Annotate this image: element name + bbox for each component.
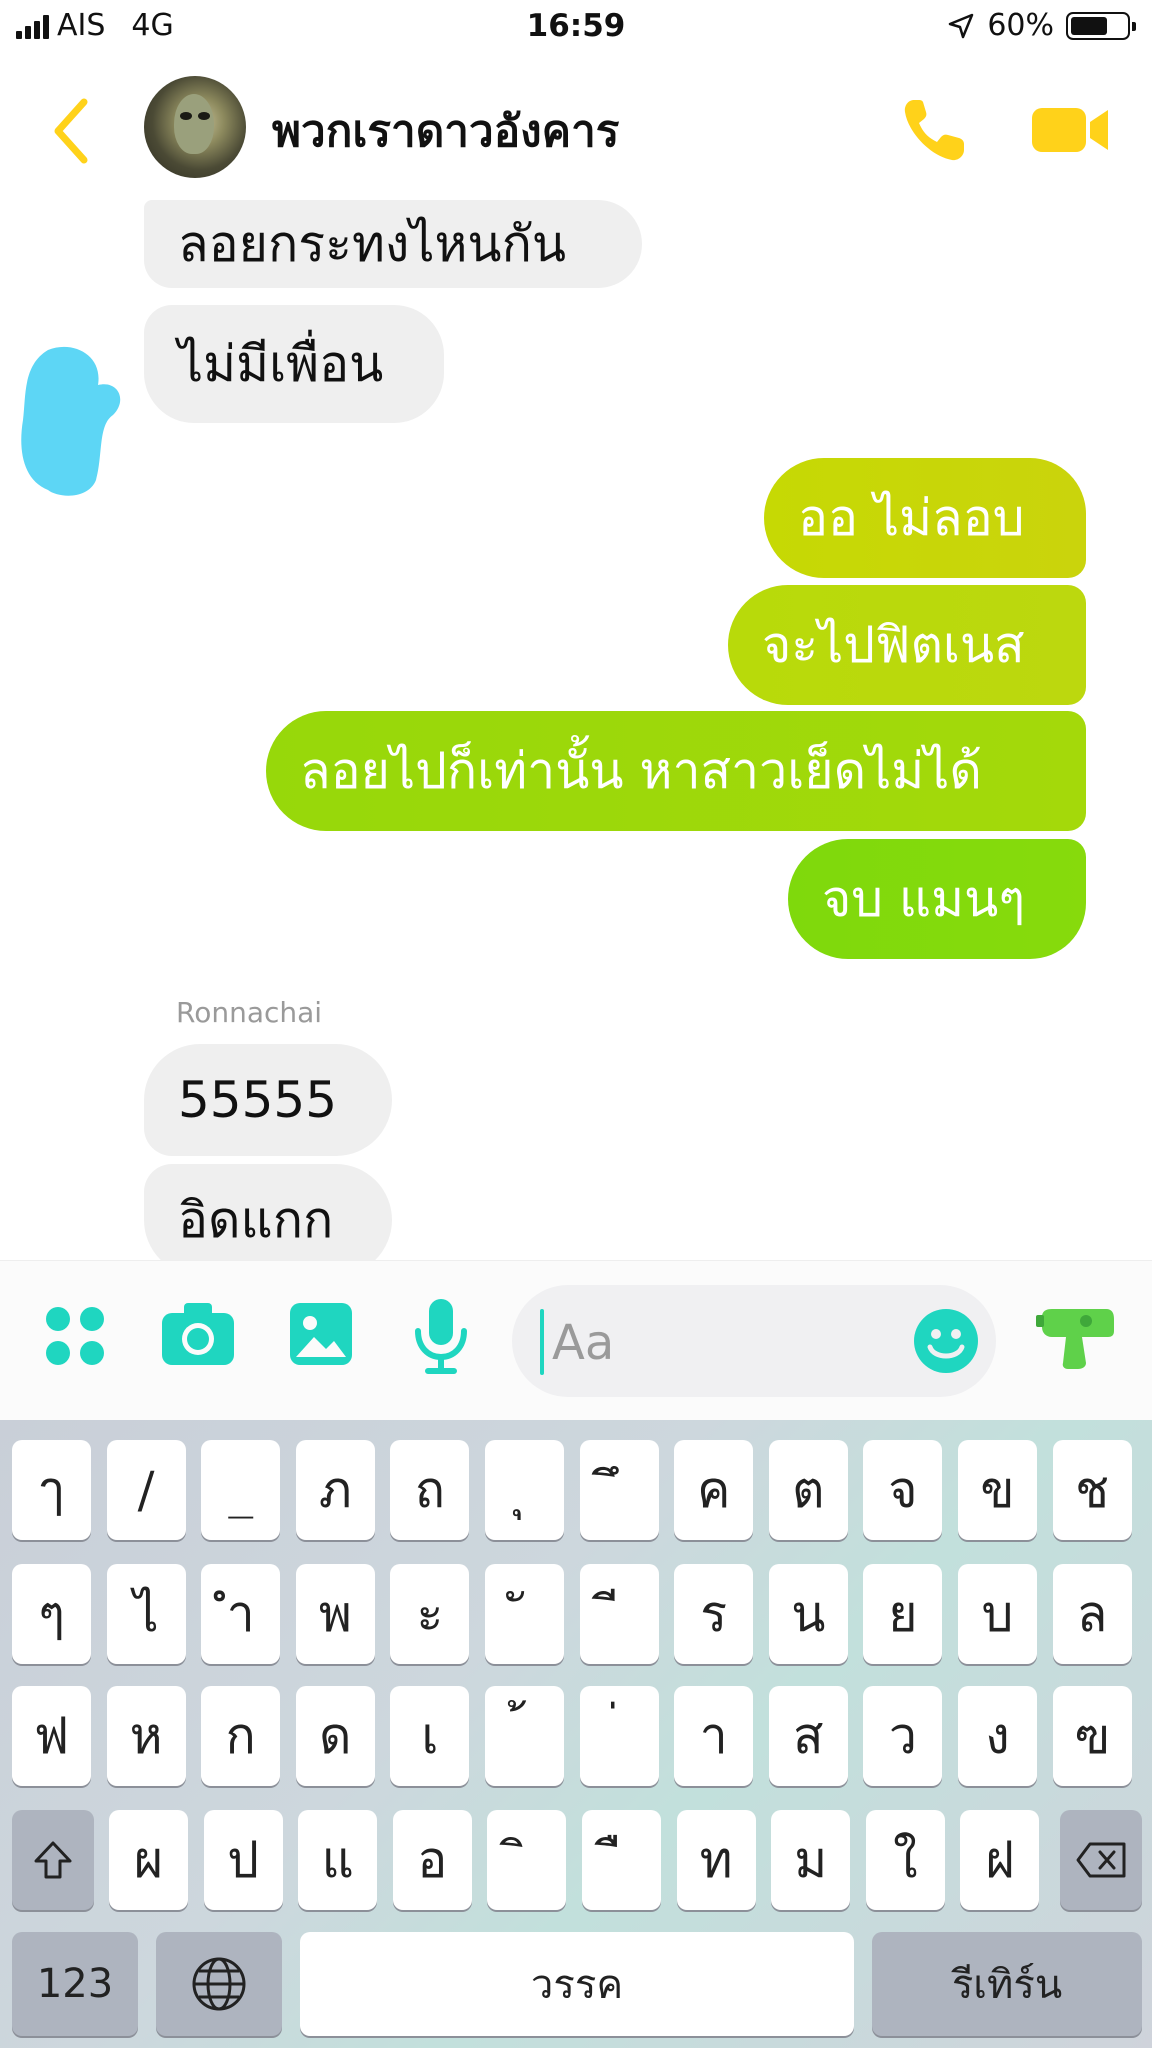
image-icon[interactable]: [288, 1301, 354, 1367]
composer-bar: Aa: [0, 1260, 1152, 1421]
avatar[interactable]: [144, 76, 246, 178]
message-bubble[interactable]: ออ ไม่ลอบ: [764, 458, 1086, 578]
message-input[interactable]: Aa: [512, 1285, 996, 1397]
key[interactable]: ด: [295, 1686, 375, 1786]
message-bubble[interactable]: อิดแกก: [144, 1164, 392, 1260]
message-text: ลอยกระทงไหนกัน: [178, 215, 567, 273]
key[interactable]: ไ: [106, 1564, 186, 1664]
message-text: จบ แมนๆ: [822, 870, 1026, 928]
key[interactable]: ำ: [201, 1564, 281, 1664]
key[interactable]: จ: [863, 1440, 943, 1540]
message-list[interactable]: ลอยกระทงไหนกัน ไม่มีเพื่อน ออ ไม่ลอบ จะไ…: [0, 190, 1152, 1260]
water-gun-icon[interactable]: [1036, 1301, 1118, 1371]
key[interactable]: น: [768, 1564, 848, 1664]
key[interactable]: ป: [203, 1810, 283, 1910]
backspace-icon: [1076, 1842, 1126, 1878]
shift-key[interactable]: [12, 1810, 94, 1910]
message-text: ออ ไม่ลอบ: [798, 489, 1025, 547]
key[interactable]: แ: [298, 1810, 378, 1910]
key[interactable]: อ: [392, 1810, 472, 1910]
chat-header: พวกเราดาวอังคาร: [0, 68, 1152, 188]
battery-percent: 60%: [987, 8, 1054, 43]
message-text: จะไปฟิตเนส: [762, 616, 1025, 674]
key[interactable]: ม: [771, 1810, 851, 1910]
message-bubble[interactable]: จะไปฟิตเนส: [728, 585, 1086, 705]
key[interactable]: ฟ: [12, 1686, 91, 1786]
key[interactable]: ค: [674, 1440, 754, 1540]
video-call-icon[interactable]: [1030, 104, 1112, 156]
more-apps-icon[interactable]: [44, 1305, 106, 1367]
delete-key[interactable]: [1060, 1810, 1142, 1910]
key[interactable]: ๅ: [12, 1440, 91, 1540]
message-input-placeholder: Aa: [552, 1315, 615, 1371]
key[interactable]: ถ: [390, 1440, 470, 1540]
conversation-title[interactable]: พวกเราดาวอังคาร: [272, 96, 619, 166]
camera-icon[interactable]: [160, 1301, 236, 1367]
key[interactable]: ง: [958, 1686, 1037, 1786]
key[interactable]: ข: [958, 1440, 1037, 1540]
key[interactable]: ิ: [487, 1810, 567, 1910]
key[interactable]: ึ: [579, 1440, 659, 1540]
globe-key[interactable]: [156, 1932, 282, 2036]
message-text: ลอยไปก็เท่านั้น หาสาวเย็ดไม่ได้: [300, 742, 982, 800]
key[interactable]: ๆ: [12, 1564, 91, 1664]
space-key[interactable]: วรรค: [300, 1932, 854, 2036]
key[interactable]: ้: [485, 1686, 564, 1786]
message-bubble[interactable]: 55555: [144, 1044, 392, 1156]
key[interactable]: ผ: [109, 1810, 188, 1910]
key[interactable]: ร: [674, 1564, 754, 1664]
key[interactable]: ื: [582, 1810, 661, 1910]
key[interactable]: _: [201, 1440, 281, 1540]
key[interactable]: เ: [390, 1686, 470, 1786]
return-key[interactable]: รีเทิร์น: [872, 1932, 1142, 2036]
key[interactable]: ี: [579, 1564, 659, 1664]
key[interactable]: ว: [863, 1686, 943, 1786]
shift-arrow-icon: [34, 1841, 72, 1879]
microphone-icon[interactable]: [412, 1297, 470, 1377]
message-text: อิดแกก: [178, 1191, 334, 1249]
key[interactable]: ภ: [295, 1440, 375, 1540]
key[interactable]: ย: [863, 1564, 943, 1664]
key[interactable]: พ: [295, 1564, 375, 1664]
key[interactable]: ะ: [390, 1564, 470, 1664]
key[interactable]: ั: [485, 1564, 564, 1664]
key[interactable]: ่: [579, 1686, 659, 1786]
text-caret: [540, 1309, 544, 1375]
key[interactable]: ห: [106, 1686, 186, 1786]
globe-icon: [192, 1957, 246, 2011]
key[interactable]: ฝ: [960, 1810, 1040, 1910]
message-bubble[interactable]: ลอยกระทงไหนกัน: [144, 200, 642, 288]
message-bubble[interactable]: ลอยไปก็เท่านั้น หาสาวเย็ดไม่ได้: [266, 711, 1086, 831]
key[interactable]: ท: [676, 1810, 756, 1910]
message-bubble[interactable]: ไม่มีเพื่อน: [144, 305, 444, 423]
phone-call-icon[interactable]: [898, 94, 970, 166]
message-text: ไม่มีเพื่อน: [178, 335, 384, 393]
key[interactable]: ล: [1052, 1564, 1132, 1664]
status-bar: AIS 4G 16:59 60%: [0, 0, 1152, 60]
location-arrow-icon: [949, 13, 974, 38]
key[interactable]: ต: [768, 1440, 848, 1540]
emoji-icon[interactable]: [912, 1307, 980, 1375]
key[interactable]: ส: [768, 1686, 848, 1786]
key[interactable]: บ: [958, 1564, 1037, 1664]
key[interactable]: ช: [1052, 1440, 1132, 1540]
key[interactable]: า: [674, 1686, 754, 1786]
sender-name: Ronnachai: [176, 996, 323, 1029]
numbers-key[interactable]: 123: [12, 1932, 138, 2036]
key[interactable]: ุ: [485, 1440, 564, 1540]
back-chevron-icon[interactable]: [46, 96, 96, 166]
message-bubble[interactable]: จบ แมนๆ: [788, 839, 1086, 959]
key[interactable]: ฃ: [1052, 1686, 1132, 1786]
thai-keyboard: ๅ/_ภถุึคตจขช ๆไำพะัีรนยบล ฟหกดเ้่าสวงฃ ผ…: [0, 1420, 1152, 2048]
key[interactable]: ก: [201, 1686, 281, 1786]
scribble-avatar-mask: [21, 346, 121, 496]
key[interactable]: /: [106, 1440, 186, 1540]
battery-icon: [1066, 11, 1136, 40]
message-text: 55555: [178, 1071, 338, 1129]
key[interactable]: ใ: [865, 1810, 945, 1910]
